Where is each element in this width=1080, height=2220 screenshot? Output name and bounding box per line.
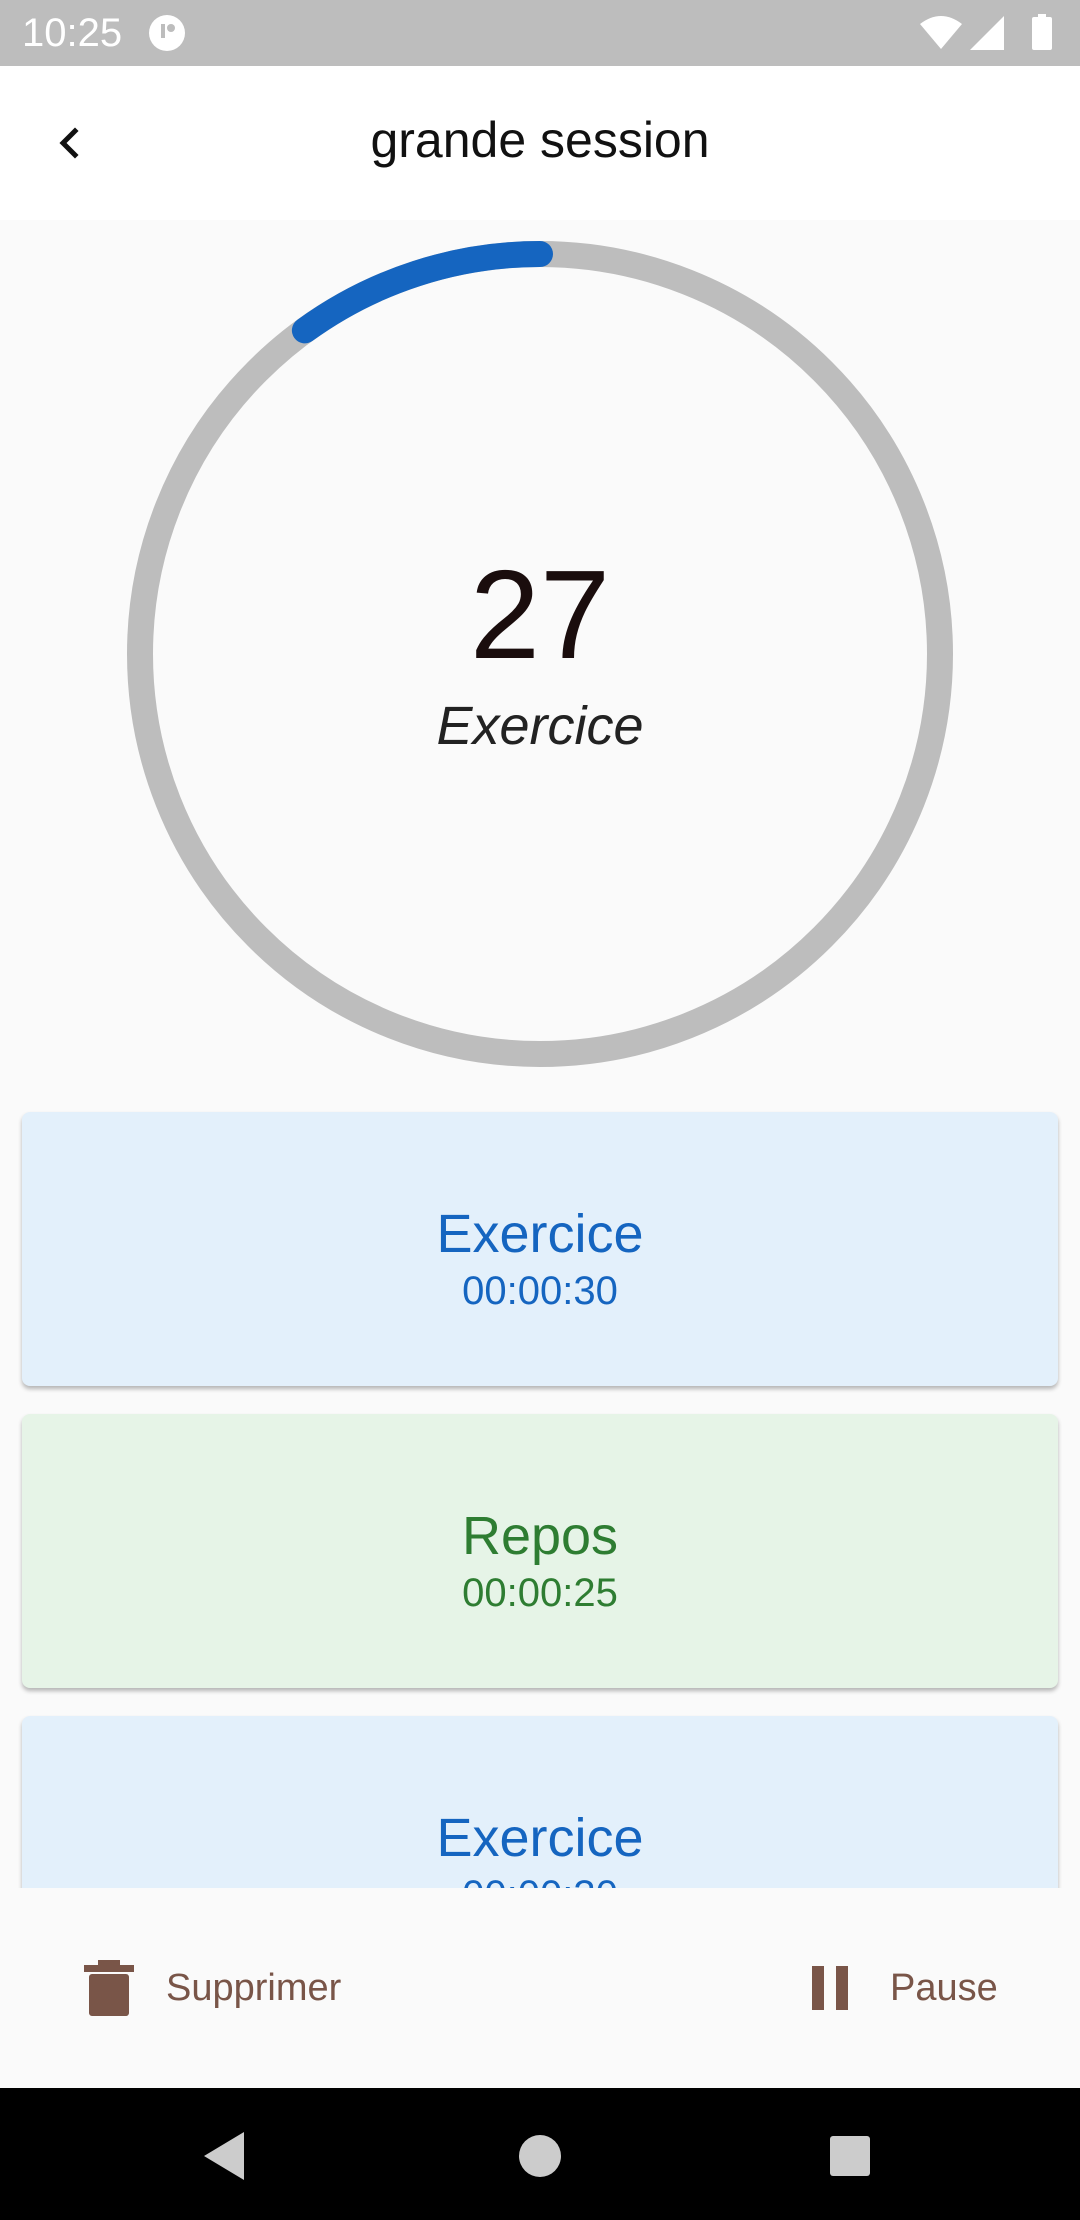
nav-home-icon[interactable] (512, 2128, 568, 2184)
trash-icon (84, 1960, 134, 2016)
timer-phase-label: Exercice (436, 696, 644, 756)
app-notification-icon (149, 15, 185, 51)
delete-button-label: Supprimer (166, 1966, 342, 2009)
interval-list[interactable]: Exercice 00:00:30 Repos 00:00:25 Exercic… (0, 1100, 1080, 1888)
timer-ring-progress (291, 241, 553, 344)
delete-button[interactable]: Supprimer (84, 1950, 341, 2026)
interval-time: 00:00:30 (462, 1269, 618, 1313)
status-time: 10:25 (22, 11, 123, 55)
nav-back-icon[interactable] (196, 2128, 252, 2184)
status-bar: 10:25 (0, 0, 1080, 66)
interval-card[interactable]: Repos 00:00:25 (22, 1414, 1058, 1688)
app-bar: grande session (0, 66, 1080, 220)
pause-button-label: Pause (890, 1966, 998, 2009)
pause-icon (812, 1966, 848, 2010)
battery-icon (1032, 14, 1052, 50)
interval-name: Exercice (436, 1808, 644, 1868)
interval-card[interactable]: Exercice 00:00:30 (22, 1716, 1058, 1888)
system-nav-bar (0, 2088, 1080, 2220)
nav-recents-icon[interactable] (822, 2128, 878, 2184)
wifi-icon (920, 16, 962, 49)
signal-icon (970, 16, 1004, 50)
interval-name: Repos (461, 1506, 619, 1566)
interval-card[interactable]: Exercice 00:00:30 (22, 1112, 1058, 1386)
timer-area: 27 Exercice (0, 220, 1080, 1100)
status-icons (920, 14, 1060, 52)
page-title: grande session (370, 112, 710, 168)
pause-button[interactable]: Pause (806, 1950, 998, 2026)
interval-time: 00:00:30 (22, 1872, 1058, 1888)
interval-time: 00:00:25 (462, 1571, 618, 1615)
action-bar: Supprimer Pause (0, 1888, 1080, 2088)
interval-name: Exercice (436, 1204, 644, 1264)
timer-count: 27 (469, 544, 611, 685)
